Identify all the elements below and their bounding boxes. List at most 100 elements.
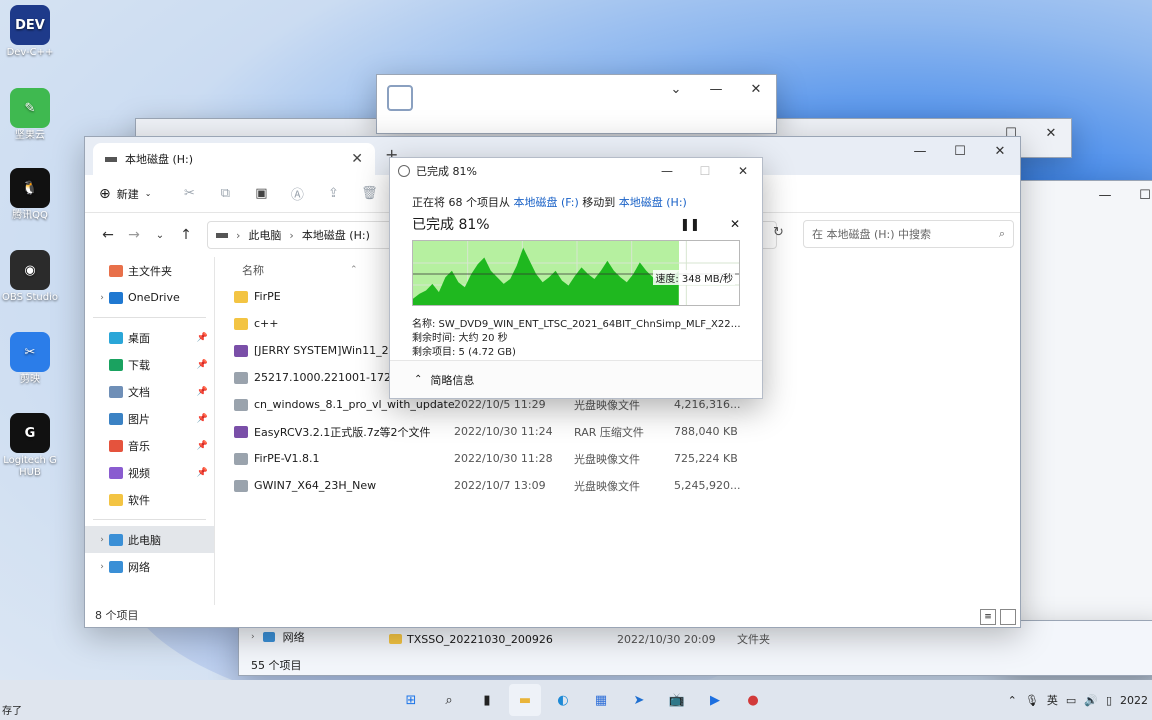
up-arrow-icon[interactable]: ↑ bbox=[173, 227, 199, 243]
background-file-row[interactable]: TXSSO_20221030_200926 2022/10/30 20:09 文… bbox=[389, 631, 770, 647]
column-header-name[interactable]: 名称 bbox=[242, 262, 264, 278]
transfer-mid: 移动到 bbox=[582, 196, 616, 209]
network-tray-icon[interactable]: ▭ bbox=[1066, 694, 1076, 707]
details-toggle-label: 简略信息 bbox=[430, 373, 475, 387]
minimize-icon[interactable]: — bbox=[648, 158, 686, 184]
qr-icon[interactable] bbox=[387, 85, 413, 111]
delete-icon[interactable]: 🗑 bbox=[351, 186, 387, 201]
jianying-icon: ✂ bbox=[10, 332, 50, 372]
volume-icon[interactable]: 🔊 bbox=[1084, 694, 1098, 707]
file-row[interactable]: EasyRCV3.2.1正式版.7z等2个文件 2022/10/30 11:24 R… bbox=[226, 418, 1020, 445]
close-icon[interactable]: ✕ bbox=[724, 158, 762, 184]
minimize-icon[interactable]: — bbox=[1085, 181, 1125, 209]
sidebar-item[interactable]: › OneDrive bbox=[85, 284, 214, 311]
background-window-right[interactable]: — ☐ bbox=[1004, 180, 1152, 676]
onedrive-icon bbox=[109, 291, 123, 304]
drive-icon bbox=[105, 156, 117, 162]
system-tray: ⌃ 🎙 英 ▭ 🔊 ▯ 2022 bbox=[1008, 680, 1152, 720]
transfer-controls: ❚❚ ✕ bbox=[680, 217, 740, 231]
sidebar-item[interactable]: 视频 📌 bbox=[85, 459, 214, 486]
chevron-up-icon[interactable]: ⌃ bbox=[1008, 694, 1017, 707]
minimize-icon[interactable]: — bbox=[900, 137, 940, 165]
maximize-icon[interactable]: ☐ bbox=[940, 137, 980, 165]
refresh-icon[interactable]: ↻ bbox=[773, 225, 784, 240]
battery-icon[interactable]: ▯ bbox=[1106, 694, 1112, 707]
desktop-shortcut[interactable]: ✎ 坚果云 bbox=[0, 88, 60, 142]
sidebar-item[interactable]: 软件 bbox=[85, 486, 214, 513]
close-icon[interactable]: ✕ bbox=[736, 75, 776, 103]
desktop-shortcut[interactable]: 🐧 腾讯QQ bbox=[0, 168, 60, 222]
file-date: 2022/10/5 11:29 bbox=[454, 398, 546, 411]
pin-icon: 📌 bbox=[196, 386, 208, 397]
desktop-shortcut[interactable]: ◉ OBS Studio bbox=[0, 250, 60, 304]
search-box[interactable]: 在 本地磁盘 (H:) 中搜索 ⌕ bbox=[803, 220, 1014, 248]
new-button[interactable]: ⊕ 新建 ⌄ bbox=[99, 186, 151, 202]
file-row[interactable]: GWIN7_X64_23H_New 2022/10/7 13:09 光盘映像文件 5,… bbox=[226, 472, 1020, 499]
destination-link[interactable]: 本地磁盘 (H:) bbox=[619, 196, 687, 209]
forward-arrow-icon[interactable]: → bbox=[121, 227, 147, 243]
sidebar-item[interactable]: 音乐 📌 bbox=[85, 432, 214, 459]
dialog-controls: — ☐ ✕ bbox=[648, 158, 762, 184]
background-nav-item[interactable]: › 网络 bbox=[251, 629, 305, 645]
close-tab-icon[interactable]: ✕ bbox=[351, 151, 363, 167]
file-date: 2022/10/30 11:28 bbox=[454, 452, 553, 465]
breadcrumb-local-disk-h[interactable]: 本地磁盘 (H:) bbox=[302, 227, 370, 243]
clock[interactable]: 2022 bbox=[1120, 694, 1148, 707]
paste-icon[interactable]: ▣ bbox=[243, 186, 279, 201]
close-icon[interactable]: ✕ bbox=[1031, 119, 1071, 147]
cut-icon[interactable]: ✂ bbox=[171, 186, 207, 201]
tab-local-disk-h[interactable]: 本地磁盘 (H:) ✕ bbox=[93, 143, 375, 175]
details-view-icon[interactable]: ≡ bbox=[980, 609, 996, 625]
edge-icon[interactable]: ◐ bbox=[547, 684, 579, 716]
source-link[interactable]: 本地磁盘 (F:) bbox=[514, 196, 579, 209]
pause-icon[interactable]: ❚❚ bbox=[680, 217, 700, 231]
close-icon[interactable]: ✕ bbox=[980, 137, 1020, 165]
breadcrumb-this-pc[interactable]: 此电脑 bbox=[248, 227, 281, 243]
search-icon[interactable]: ⌕ bbox=[433, 684, 465, 716]
file-explorer-icon[interactable]: ▬ bbox=[509, 684, 541, 716]
background-explorer-window[interactable]: › 网络 TXSSO_20221030_200926 2022/10/30 20… bbox=[238, 620, 1152, 676]
copy-icon[interactable]: ⧉ bbox=[207, 186, 243, 201]
small-window[interactable]: ⌄ — ✕ bbox=[376, 74, 777, 134]
sidebar-item[interactable]: › 此电脑 bbox=[85, 526, 214, 553]
microphone-icon[interactable]: 🎙 bbox=[1025, 694, 1039, 707]
sidebar-item[interactable]: 桌面 📌 bbox=[85, 324, 214, 351]
store-icon[interactable]: ▦ bbox=[585, 684, 617, 716]
disc-image-icon bbox=[234, 452, 248, 465]
desktop-shortcut[interactable]: G Logitech G HUB bbox=[0, 413, 60, 479]
start-icon[interactable]: ⊞ bbox=[395, 684, 427, 716]
netease-music-icon[interactable]: ● bbox=[737, 684, 769, 716]
task-view-icon[interactable]: ▮ bbox=[471, 684, 503, 716]
sidebar-item[interactable]: › 网络 bbox=[85, 553, 214, 580]
chevron-right-icon[interactable]: › bbox=[95, 293, 109, 303]
chevron-right-icon: › bbox=[251, 632, 255, 642]
back-arrow-icon[interactable]: ← bbox=[95, 227, 121, 243]
recent-chevron-icon[interactable]: ⌄ bbox=[147, 230, 173, 241]
sidebar-item[interactable]: 下载 📌 bbox=[85, 351, 214, 378]
chevron-down-icon[interactable]: ⌄ bbox=[656, 75, 696, 103]
copy-progress-dialog[interactable]: 已完成 81% — ☐ ✕ 正在将 68 个项目从 本地磁盘 (F:) 移动到 … bbox=[389, 157, 763, 399]
sidebar-item-label: 下载 bbox=[128, 358, 150, 372]
bilibili-icon[interactable]: 📺 bbox=[661, 684, 693, 716]
view-toggle: ≡ bbox=[980, 609, 1016, 625]
sidebar-item[interactable]: 图片 📌 bbox=[85, 405, 214, 432]
desktop-shortcut[interactable]: ✂ 剪映 bbox=[0, 332, 60, 386]
desktop-shortcut[interactable]: DEV Dev-C++ bbox=[0, 5, 60, 59]
ime-indicator[interactable]: 英 bbox=[1047, 692, 1058, 708]
feishu-icon[interactable]: ➤ bbox=[623, 684, 655, 716]
file-row[interactable]: FirPE-V1.8.1 2022/10/30 11:28 光盘映像文件 725,22… bbox=[226, 445, 1020, 472]
rename-icon[interactable]: Ⓐ bbox=[279, 184, 315, 203]
maximize-icon[interactable]: ☐ bbox=[1125, 181, 1152, 209]
file-name: FirPE-V1.8.1 bbox=[254, 452, 320, 465]
desktop-shortcut-label: 剪映 bbox=[20, 374, 40, 385]
share-icon[interactable]: ⇪ bbox=[315, 186, 351, 201]
sidebar-item[interactable]: 主文件夹 bbox=[85, 257, 214, 284]
sidebar-item[interactable]: 文档 📌 bbox=[85, 378, 214, 405]
cancel-icon[interactable]: ✕ bbox=[730, 217, 740, 231]
jianying-icon[interactable]: ▶ bbox=[699, 684, 731, 716]
chevron-right-icon[interactable]: › bbox=[95, 535, 109, 545]
minimize-icon[interactable]: — bbox=[696, 75, 736, 103]
details-toggle-button[interactable]: ⌃ 简略信息 bbox=[390, 360, 762, 398]
chevron-right-icon[interactable]: › bbox=[95, 562, 109, 572]
tiles-view-icon[interactable] bbox=[1000, 609, 1016, 625]
